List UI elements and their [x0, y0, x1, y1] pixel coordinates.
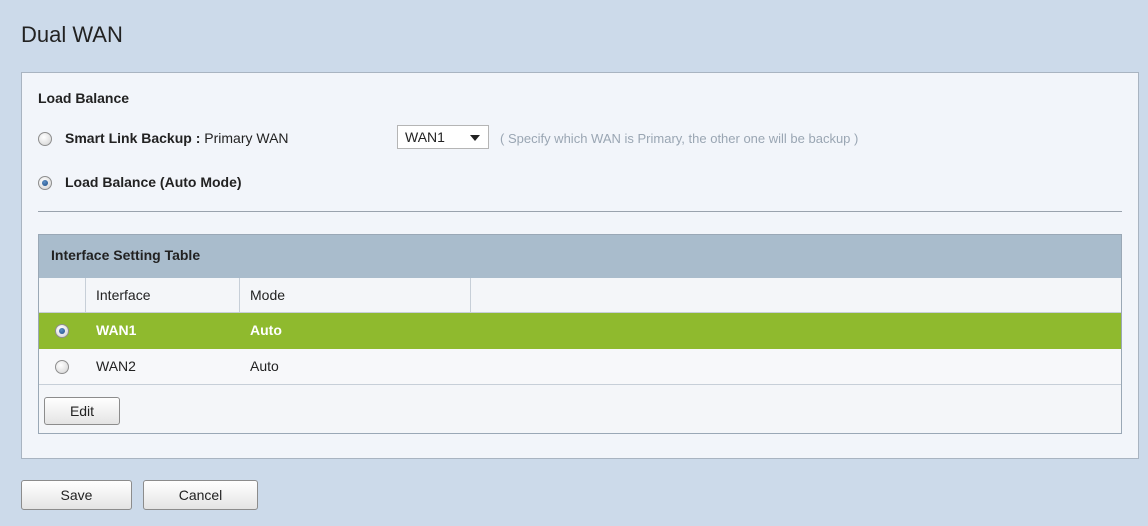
interface-setting-table: Interface Setting Table Interface Mode W…	[38, 234, 1122, 434]
load-balance-auto-radio[interactable]	[38, 176, 52, 190]
section-divider	[38, 211, 1122, 212]
table-row[interactable]: WAN1 Auto	[39, 313, 1121, 349]
smart-link-backup-label: Smart Link Backup :	[65, 130, 201, 146]
cancel-button[interactable]: Cancel	[143, 480, 258, 510]
row-select-radio[interactable]	[55, 324, 69, 338]
mode-cell: Auto	[250, 358, 279, 374]
interface-column-header: Interface	[86, 278, 240, 313]
interface-cell: WAN1	[96, 322, 137, 338]
primary-wan-label: Primary WAN	[204, 130, 289, 146]
page-title: Dual WAN	[21, 22, 123, 47]
primary-wan-value: WAN1	[405, 129, 445, 145]
select-column-header	[39, 278, 86, 313]
chevron-down-icon	[470, 135, 480, 141]
load-balance-auto-label[interactable]: Load Balance (Auto Mode)	[65, 174, 242, 190]
mode-column-header: Mode	[240, 278, 471, 313]
interface-cell: WAN2	[96, 358, 136, 374]
column-header-row: Interface Mode	[39, 278, 1121, 313]
dual-wan-panel: Load Balance Smart Link Backup : Primary…	[21, 72, 1139, 459]
mode-cell: Auto	[250, 322, 282, 338]
smart-link-backup-option[interactable]: Smart Link Backup : Primary WAN	[65, 130, 289, 146]
table-title: Interface Setting Table	[39, 235, 1121, 278]
load-balance-heading: Load Balance	[38, 90, 130, 106]
primary-wan-hint: ( Specify which WAN is Primary, the othe…	[500, 131, 859, 146]
save-button[interactable]: Save	[21, 480, 132, 510]
table-row[interactable]: WAN2 Auto	[39, 349, 1121, 385]
row-select-radio[interactable]	[55, 360, 69, 374]
smart-link-backup-radio[interactable]	[38, 132, 52, 146]
primary-wan-select[interactable]: WAN1	[397, 125, 489, 149]
edit-button[interactable]: Edit	[44, 397, 120, 425]
